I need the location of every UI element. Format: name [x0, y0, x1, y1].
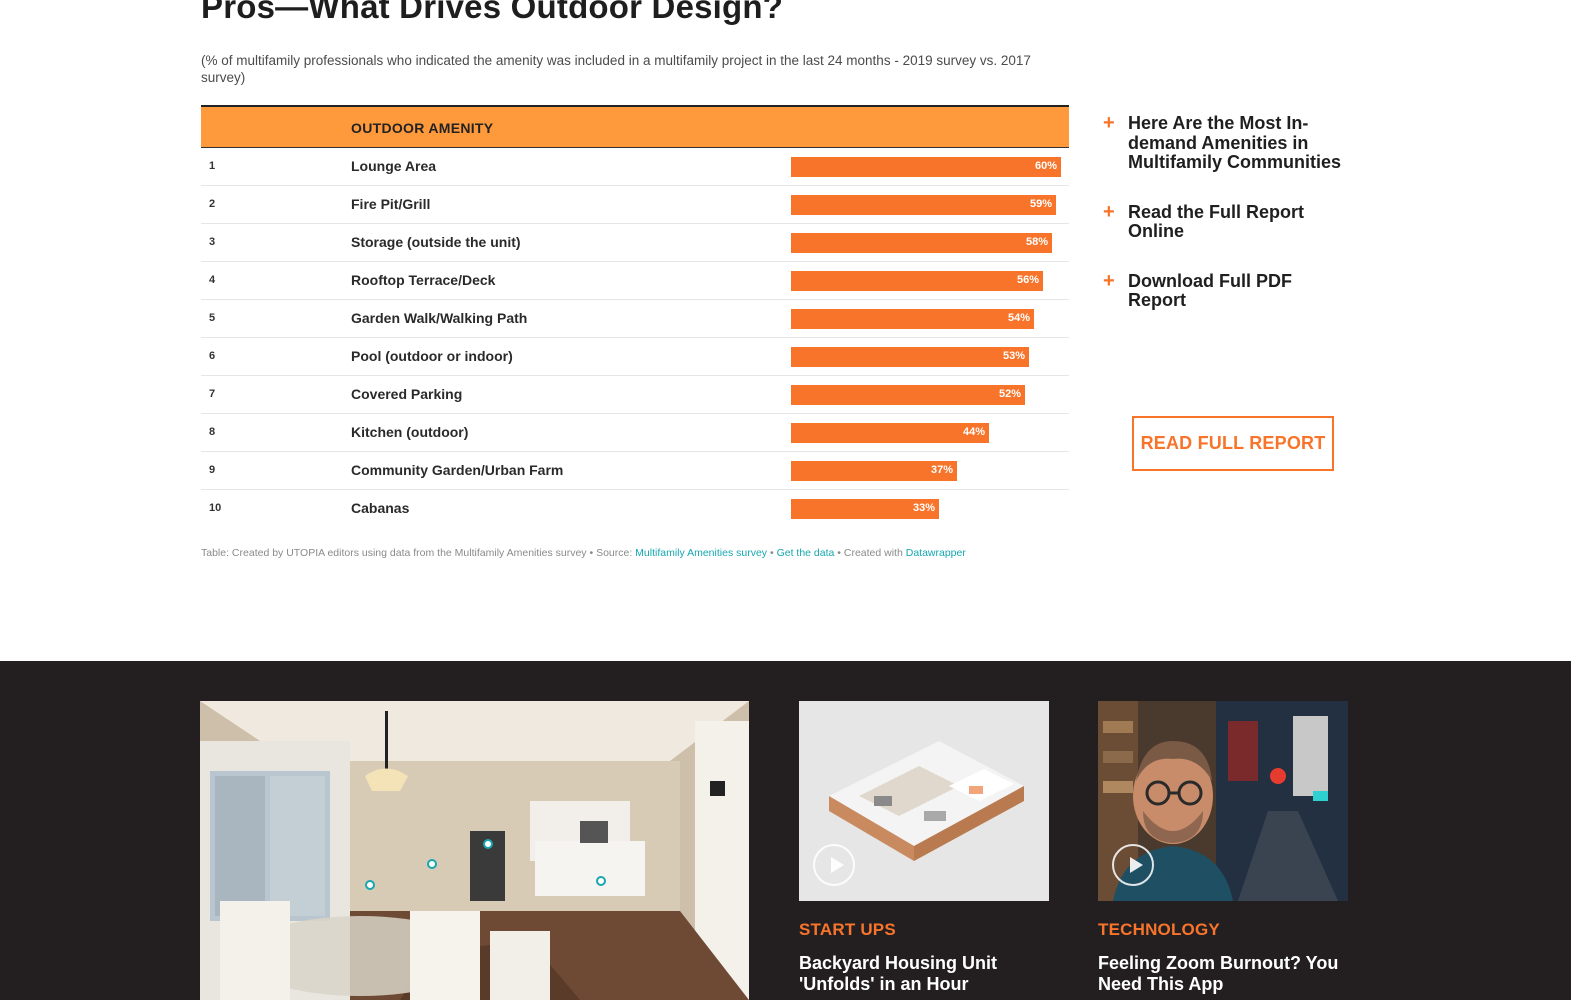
related-link-text: Download Full PDF Report — [1128, 270, 1292, 310]
rank-cell: 6 — [209, 350, 216, 362]
table-row: 6 Pool (outdoor or indoor) 53% — [201, 338, 1069, 376]
article-image-backyard-unit[interactable] — [799, 701, 1049, 901]
related-link-download-pdf[interactable]: + Download Full PDF Report — [1103, 269, 1343, 311]
amenity-cell: Pool (outdoor or indoor) — [351, 348, 513, 364]
amenity-bar: 58% — [791, 233, 1052, 253]
bar-value-label: 54% — [1007, 312, 1030, 324]
amenity-bar: 37% — [791, 461, 957, 481]
amenity-bar: 59% — [791, 195, 1056, 215]
amenity-bar: 33% — [791, 499, 939, 519]
table-body: 1 Lounge Area 60% 2 Fire Pit/Grill 59% 3 Storag… — [201, 148, 1069, 528]
table-subtitle: (% of multifamily professionals who indi… — [201, 53, 1031, 85]
bar-value-label: 53% — [1002, 350, 1025, 362]
plus-icon: + — [1103, 112, 1115, 134]
rank-cell: 2 — [209, 198, 216, 210]
read-full-report-button[interactable]: READ FULL REPORT — [1132, 416, 1334, 471]
table-row: 7 Covered Parking 52% — [201, 376, 1069, 414]
article-category[interactable]: START UPS — [799, 920, 896, 940]
bar-cell: 54% — [791, 309, 1061, 329]
table-row: 1 Lounge Area 60% — [201, 148, 1069, 186]
table-row: 3 Storage (outside the unit) 58% — [201, 224, 1069, 262]
featured-article-image[interactable] — [200, 701, 749, 1000]
plus-icon: + — [1103, 269, 1115, 292]
bar-value-label: 44% — [962, 426, 985, 438]
amenity-table: OUTDOOR AMENITY 1 Lounge Area 60% 2 Fire Pit… — [201, 105, 1069, 528]
table-row: 10 Cabanas 33% — [201, 490, 1069, 528]
amenity-cell: Garden Walk/Walking Path — [351, 310, 528, 326]
related-link-read-online[interactable]: + Read the Full Report Online — [1103, 200, 1343, 242]
amenity-bar: 53% — [791, 347, 1029, 367]
amenity-bar: 52% — [791, 385, 1025, 405]
bar-value-label: 52% — [998, 388, 1021, 400]
play-icon[interactable] — [1112, 844, 1154, 886]
amenity-bar: 60% — [791, 157, 1061, 177]
table-row: 5 Garden Walk/Walking Path 54% — [201, 300, 1069, 338]
rank-cell: 1 — [209, 160, 216, 172]
bar-cell: 59% — [791, 195, 1061, 215]
table-row: 8 Kitchen (outdoor) 44% — [201, 414, 1069, 452]
amenity-bar: 54% — [791, 309, 1034, 329]
bar-cell: 53% — [791, 347, 1061, 367]
bar-cell: 33% — [791, 499, 1061, 519]
table-row: 2 Fire Pit/Grill 59% — [201, 186, 1069, 224]
rank-cell: 5 — [209, 312, 216, 324]
get-the-data-link[interactable]: Get the data — [777, 547, 835, 559]
table-row: 9 Community Garden/Urban Farm 37% — [201, 452, 1069, 490]
rank-cell: 3 — [209, 236, 216, 248]
table-footnote: Table: Created by UTOPIA editors using d… — [201, 547, 966, 559]
amenity-bar: 56% — [791, 271, 1043, 291]
related-link-text: Read the Full Report Online — [1128, 201, 1305, 241]
table-header: OUTDOOR AMENITY — [201, 105, 1069, 148]
bar-cell: 60% — [791, 157, 1061, 177]
column-header-outdoor-amenity[interactable]: OUTDOOR AMENITY — [351, 120, 493, 136]
interior-photo — [200, 701, 749, 1000]
article-category[interactable]: TECHNOLOGY — [1098, 920, 1220, 940]
related-link-most-in-demand[interactable]: + Here Are the Most In-demand Amenities … — [1103, 112, 1343, 173]
related-link-text: Here Are the Most In-demand Amenities in… — [1128, 113, 1342, 172]
bar-cell: 44% — [791, 423, 1061, 443]
bar-cell: 56% — [791, 271, 1061, 291]
rank-cell: 9 — [209, 464, 216, 476]
play-icon[interactable] — [813, 844, 855, 886]
article-image-zoom-burnout[interactable] — [1098, 701, 1348, 901]
rank-cell: 4 — [209, 274, 216, 286]
bar-value-label: 60% — [1034, 160, 1057, 172]
datawrapper-link[interactable]: Datawrapper — [906, 547, 966, 559]
amenity-cell: Rooftop Terrace/Deck — [351, 272, 496, 288]
table-row: 4 Rooftop Terrace/Deck 56% — [201, 262, 1069, 300]
bar-value-label: 33% — [912, 502, 935, 514]
amenity-cell: Covered Parking — [351, 386, 463, 402]
amenity-cell: Community Garden/Urban Farm — [351, 462, 564, 478]
amenity-cell: Fire Pit/Grill — [351, 196, 431, 212]
bar-cell: 58% — [791, 233, 1061, 253]
bar-value-label: 59% — [1029, 198, 1052, 210]
amenity-bar: 44% — [791, 423, 989, 443]
bar-value-label: 58% — [1025, 236, 1048, 248]
amenity-cell: Cabanas — [351, 500, 410, 516]
rank-cell: 8 — [209, 426, 216, 438]
article-title-link[interactable]: Backyard Housing Unit 'Unfolds' in an Ho… — [799, 953, 1049, 995]
plus-icon: + — [1103, 200, 1115, 223]
footnote-text: Table: Created by UTOPIA editors using d… — [201, 547, 636, 559]
amenity-cell: Lounge Area — [351, 158, 437, 174]
amenity-cell: Storage (outside the unit) — [351, 234, 521, 250]
bar-value-label: 56% — [1016, 274, 1039, 286]
footnote-created-with: • Created with — [834, 547, 906, 559]
page-title: Pros—What Drives Outdoor Design? — [201, 0, 784, 25]
footnote-separator: • — [767, 547, 777, 559]
rank-cell: 10 — [209, 502, 222, 514]
bar-value-label: 37% — [930, 464, 953, 476]
article-title-link[interactable]: Feeling Zoom Burnout? You Need This App — [1098, 953, 1348, 995]
bar-cell: 37% — [791, 461, 1061, 481]
amenity-cell: Kitchen (outdoor) — [351, 424, 469, 440]
bar-cell: 52% — [791, 385, 1061, 405]
source-link[interactable]: Multifamily Amenities survey — [635, 547, 767, 559]
related-links: + Here Are the Most In-demand Amenities … — [1103, 112, 1343, 341]
rank-cell: 7 — [209, 388, 216, 400]
